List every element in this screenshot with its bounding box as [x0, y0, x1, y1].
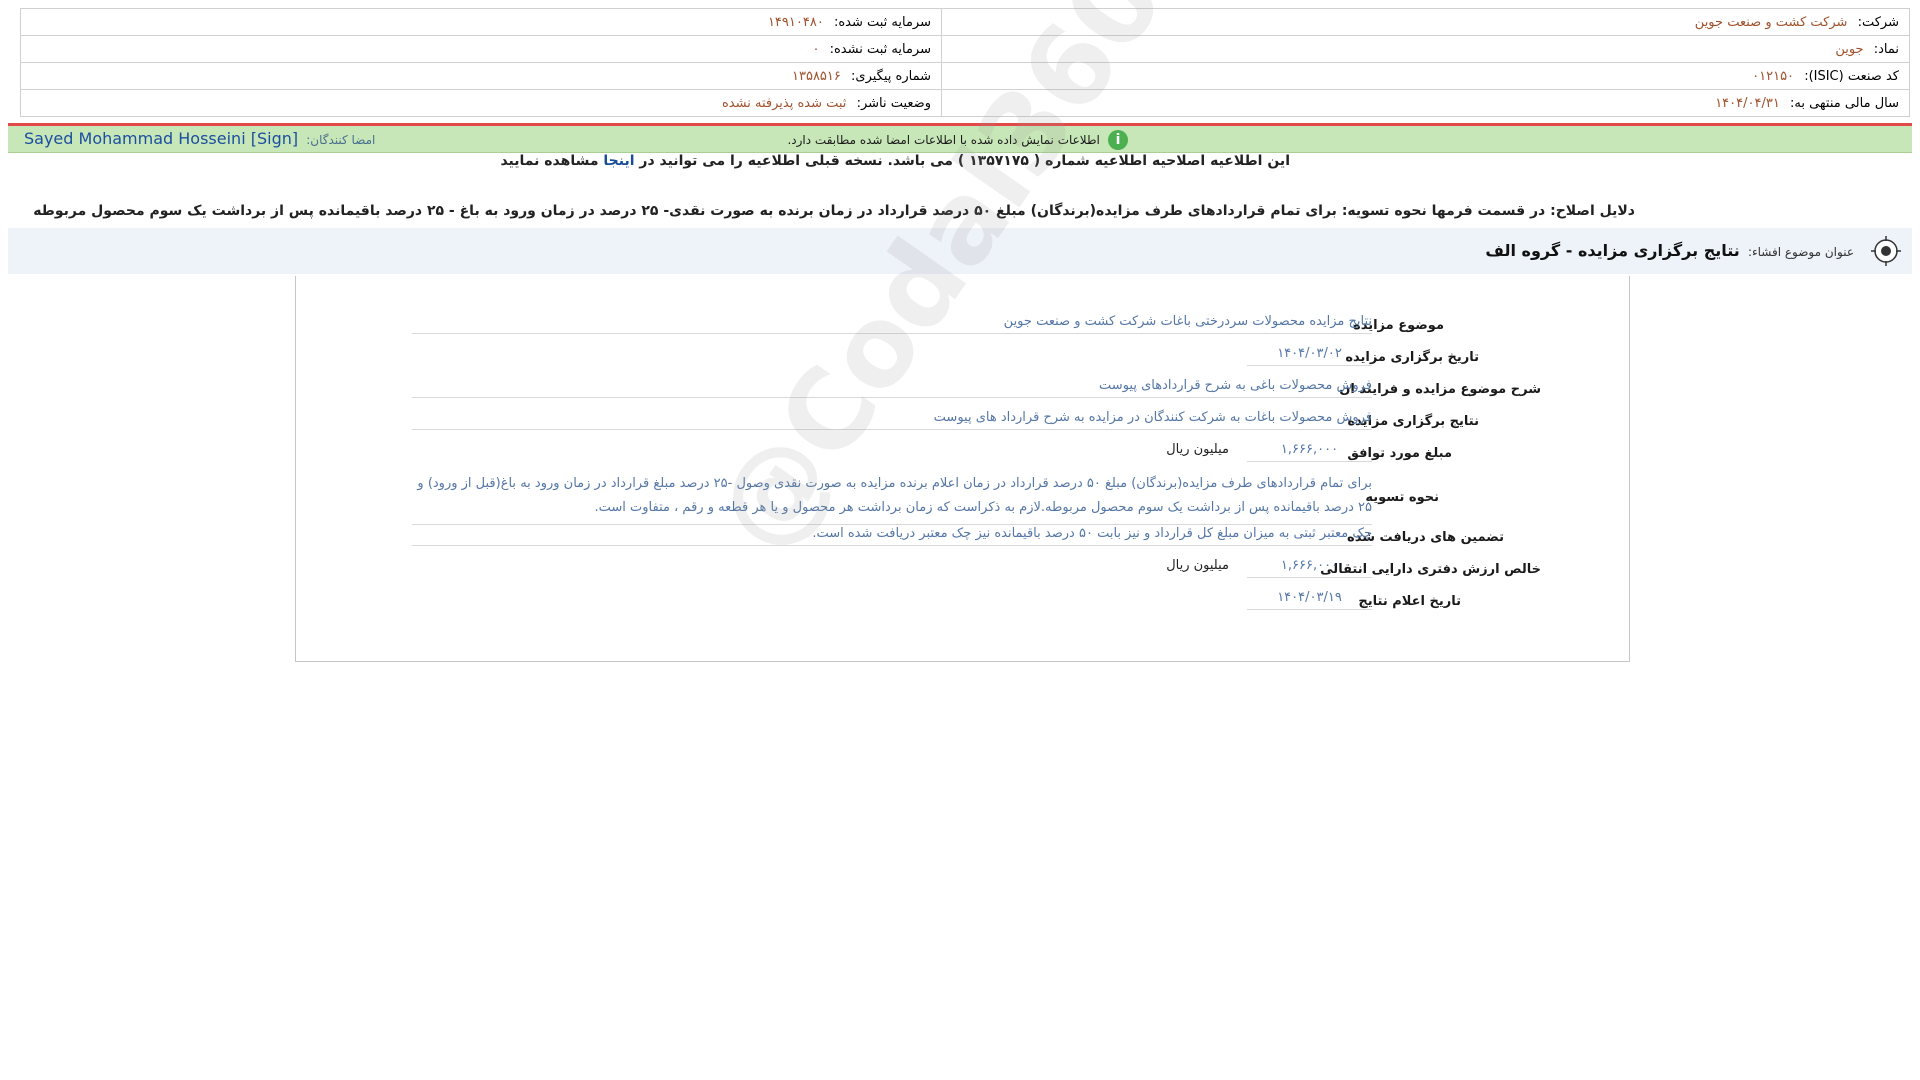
- previous-version-link[interactable]: اینجا: [603, 153, 634, 169]
- info-row: سال مالی منتهی به: ۱۴۰۴/۰۴/۳۱ وضعیت ناشر…: [20, 89, 1910, 117]
- registered-capital-value: ۱۴۹۱۰۴۸۰: [767, 14, 824, 30]
- subject-value: نتایج برگزاری مزایده - گروه الف: [1485, 241, 1740, 260]
- signature-bar: امضا کنندگان: Sayed Mohammad Hosseini [S…: [8, 126, 1912, 153]
- tracking-label: شماره پیگیری:: [851, 68, 931, 84]
- fiscal-cell: سال مالی منتهی به: ۱۴۰۴/۰۴/۳۱: [941, 89, 1910, 117]
- form-row-guarantees: تضمین های دریافت شده چک معتبر ثبتی به می…: [296, 526, 1629, 552]
- announce-date-label: تاریخ اعلام نتایج: [1358, 594, 1461, 609]
- unregistered-capital-value: ۰: [812, 41, 820, 57]
- company-cell: شرکت: شرکت کشت و صنعت جوین: [941, 8, 1910, 36]
- info-row: کد صنعت (ISIC): ۰۱۲۱۵۰ شماره پیگیری: ۱۳۵…: [20, 62, 1910, 90]
- form-row-settlement: نحوه تسویه برای تمام قراردادهای طرف مزای…: [296, 472, 1629, 526]
- isic-value: ۰۱۲۱۵۰: [1752, 68, 1795, 84]
- agreed-amount-value: ۱,۶۶۶,۰۰۰: [1247, 442, 1372, 462]
- company-info-table: شرکت: شرکت کشت و صنعت جوین سرمایه ثبت شد…: [20, 8, 1910, 117]
- description-value: فروش محصولات باغی به شرح قراردادهای پیوس…: [412, 378, 1372, 398]
- form-row-results: نتایج برگزاری مزایده فروش محصولات باغات …: [296, 410, 1629, 436]
- info-row: نماد: جوین سرمایه ثبت نشده: ۰: [20, 35, 1910, 63]
- guarantees-value: چک معتبر ثبتی به میزان مبلغ کل قرارداد و…: [412, 526, 1372, 546]
- form-row-description: شرح موضوع مزایده و فرایند ان فروش محصولا…: [296, 378, 1629, 404]
- correction-reason: دلایل اصلاح: در قسمت فرمها نحوه تسویه: ب…: [33, 203, 1635, 219]
- settlement-value: برای تمام قراردادهای طرف مزایده(برندگان)…: [412, 472, 1372, 525]
- correction-note-post: مشاهده نمایید: [500, 153, 604, 169]
- agreed-amount-unit: میلیون ریال: [1166, 442, 1229, 457]
- info-icon: i: [1108, 130, 1128, 150]
- subject-bar: عنوان موضوع افشاء: نتایج برگزاری مزایده …: [8, 228, 1912, 274]
- fiscal-value: ۱۴۰۴/۰۴/۳۱: [1715, 95, 1780, 111]
- symbol-value: جوین: [1835, 41, 1864, 57]
- fiscal-label: سال مالی منتهی به:: [1789, 95, 1899, 111]
- unregistered-capital-cell: سرمایه ثبت نشده: ۰: [20, 35, 942, 63]
- form-row-agreed-amount: مبلغ مورد توافق ۱,۶۶۶,۰۰۰ میلیون ریال: [296, 442, 1629, 468]
- form-row-announce-date: تاریخ اعلام نتایج ۱۴۰۴/۰۳/۱۹: [296, 590, 1629, 616]
- info-row: شرکت: شرکت کشت و صنعت جوین سرمایه ثبت شد…: [20, 8, 1910, 36]
- company-value: شرکت کشت و صنعت جوین: [1694, 14, 1848, 30]
- status-value: ثبت شده پذیرفته نشده: [722, 95, 847, 111]
- status-cell: وضعیت ناشر: ثبت شده پذیرفته نشده: [20, 89, 942, 117]
- signers: امضا کنندگان: Sayed Mohammad Hosseini [S…: [24, 129, 375, 148]
- symbol-label: نماد:: [1873, 41, 1899, 57]
- form-row-auction-date: تاریخ برگزاری مزایده ۱۴۰۴/۰۳/۰۲: [296, 346, 1629, 372]
- settlement-label: نحوه تسویه: [1365, 490, 1439, 505]
- symbol-cell: نماد: جوین: [941, 35, 1910, 63]
- tracking-value: ۱۳۵۸۵۱۶: [792, 68, 841, 84]
- auction-subject-value: نتایج مزایده محصولات سردرختی باغات شرکت …: [412, 314, 1372, 334]
- unregistered-capital-label: سرمایه ثبت نشده:: [829, 41, 931, 57]
- auction-results-panel: موضوع مزایده نتایج مزایده محصولات سردرخت…: [295, 276, 1630, 662]
- signers-label: امضا کنندگان:: [306, 133, 376, 147]
- form-row-net-book-value: خالص ارزش دفتری دارایی انتقالی ۱,۶۶۶,۰۰۰…: [296, 558, 1629, 584]
- registered-capital-label: سرمایه ثبت شده:: [833, 14, 931, 30]
- net-book-value-value: ۱,۶۶۶,۰۰۰: [1247, 558, 1372, 578]
- company-label: شرکت:: [1857, 14, 1899, 30]
- signature-match-message: i اطلاعات نمایش داده شده با اطلاعات امضا…: [787, 130, 1128, 150]
- subject-label: عنوان موضوع افشاء:: [1747, 245, 1854, 259]
- tracking-cell: شماره پیگیری: ۱۳۵۸۵۱۶: [20, 62, 942, 90]
- isic-label: کد صنعت (ISIC):: [1804, 68, 1899, 84]
- net-book-value-unit: میلیون ریال: [1166, 558, 1229, 573]
- correction-note-pre: این اطلاعیه اصلاحیه اطلاعیه شماره ( ۱۳۵۷…: [634, 153, 1290, 169]
- registered-capital-cell: سرمایه ثبت شده: ۱۴۹۱۰۴۸۰: [20, 8, 942, 36]
- results-value: فروش محصولات باغات به شرکت کنندگان در مز…: [412, 410, 1372, 430]
- status-label: وضعیت ناشر:: [856, 95, 931, 111]
- form-row-auction-subject: موضوع مزایده نتایج مزایده محصولات سردرخت…: [296, 314, 1629, 340]
- target-icon: [1871, 236, 1901, 266]
- subject-title: عنوان موضوع افشاء: نتایج برگزاری مزایده …: [1485, 241, 1854, 260]
- correction-note: این اطلاعیه اصلاحیه اطلاعیه شماره ( ۱۳۵۷…: [500, 153, 1290, 169]
- announce-date-value: ۱۴۰۴/۰۳/۱۹: [1247, 590, 1372, 610]
- match-message-text: اطلاعات نمایش داده شده با اطلاعات امضا ش…: [787, 133, 1100, 147]
- signer-name: Sayed Mohammad Hosseini [Sign]: [24, 129, 299, 148]
- isic-cell: کد صنعت (ISIC): ۰۱۲۱۵۰: [941, 62, 1910, 90]
- auction-date-value: ۱۴۰۴/۰۳/۰۲: [1247, 346, 1372, 366]
